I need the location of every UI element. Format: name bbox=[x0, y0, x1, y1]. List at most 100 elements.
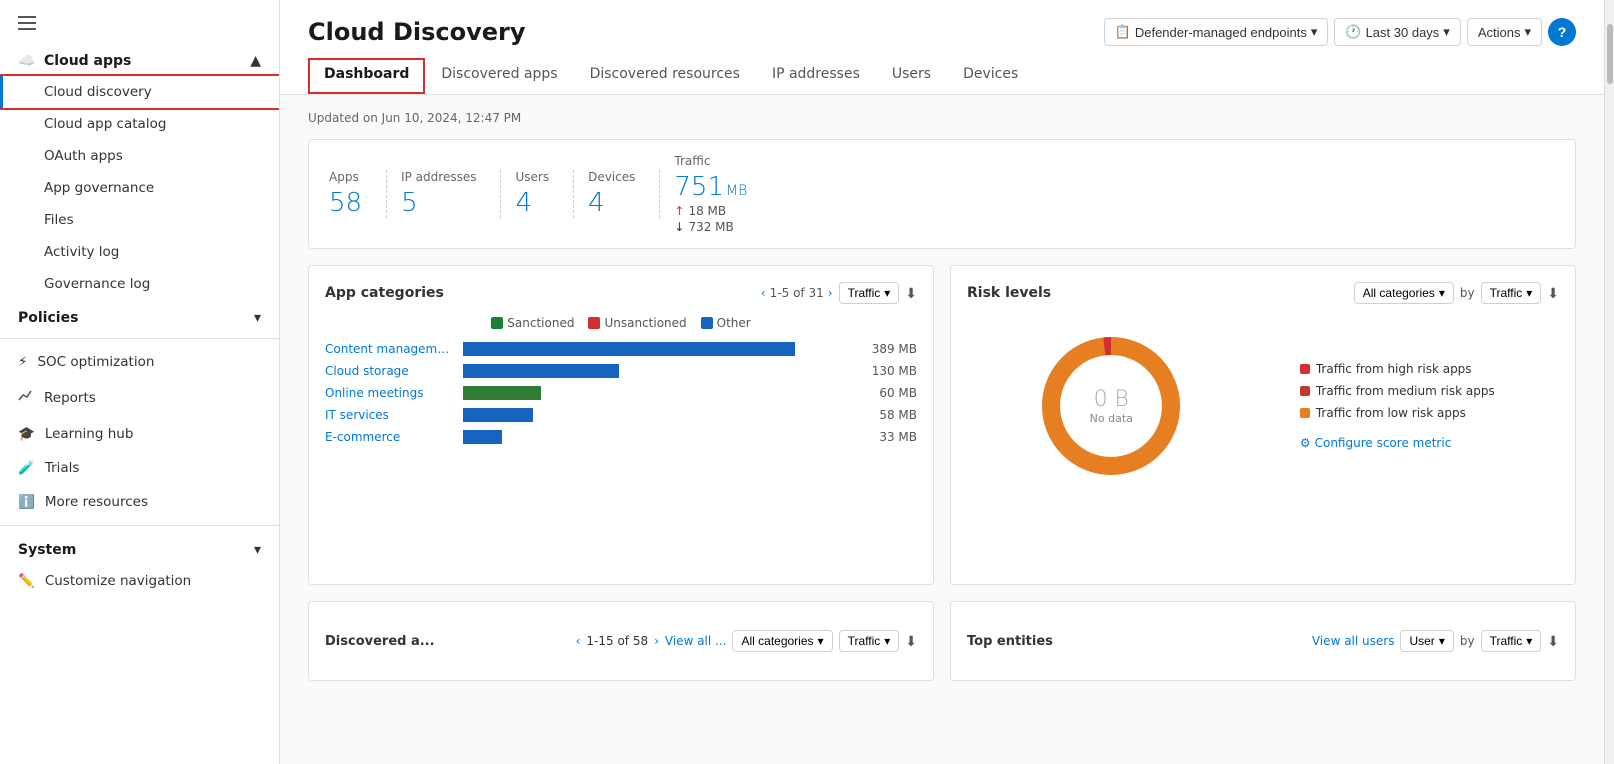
bar-value: 58 MB bbox=[862, 408, 917, 422]
actions-button[interactable]: Actions ▾ bbox=[1467, 18, 1542, 46]
sidebar: ☁️ Cloud apps ▲ Cloud discovery Cloud ap… bbox=[0, 0, 280, 764]
divider-2 bbox=[0, 525, 279, 526]
sanctioned-dot bbox=[491, 317, 503, 329]
next-arrow[interactable]: › bbox=[828, 286, 833, 300]
right-scrollbar[interactable] bbox=[1604, 0, 1614, 764]
stat-traffic: Traffic 751 MB ↑ 18 MB ↓ 732 MB bbox=[674, 154, 771, 234]
bar-label[interactable]: IT services bbox=[325, 408, 455, 422]
stat-ip-addresses: IP addresses 5 bbox=[401, 170, 501, 218]
sidebar-item-learning-hub[interactable]: 🎓 Learning hub bbox=[0, 417, 279, 451]
clock-icon: 🕐 bbox=[1345, 24, 1361, 40]
prev-arrow-da[interactable]: ‹ bbox=[576, 634, 581, 648]
sidebar-item-reports[interactable]: Reports bbox=[0, 379, 279, 417]
sidebar-item-cloud-discovery[interactable]: Cloud discovery bbox=[0, 76, 279, 108]
bar-segment bbox=[463, 364, 619, 378]
view-all-link[interactable]: View all ... bbox=[665, 634, 727, 648]
risk-download-button[interactable]: ⬇ bbox=[1547, 285, 1559, 302]
tab-ip-addresses[interactable]: IP addresses bbox=[756, 58, 876, 94]
trials-icon: 🧪 bbox=[18, 460, 35, 476]
legend-row: Sanctioned Unsanctioned Other bbox=[325, 316, 917, 330]
sidebar-item-customize-navigation[interactable]: ✏️ Customize navigation bbox=[0, 564, 279, 598]
edit-icon: ✏️ bbox=[18, 573, 35, 589]
risk-levels-title: Risk levels bbox=[967, 285, 1051, 301]
page-header: Cloud Discovery 📋 Defender-managed endpo… bbox=[280, 0, 1604, 95]
sidebar-item-cloud-app-catalog[interactable]: Cloud app catalog bbox=[0, 108, 279, 140]
te-download-button[interactable]: ⬇ bbox=[1547, 633, 1559, 650]
bar-segment bbox=[463, 386, 541, 400]
chevron-down-icon: ▾ bbox=[254, 310, 261, 326]
chevron-down-icon-by: ▾ bbox=[1526, 286, 1532, 300]
download-button[interactable]: ⬇ bbox=[905, 285, 917, 302]
policies-section[interactable]: Policies ▾ bbox=[0, 300, 279, 332]
risk-item-high: Traffic from high risk apps bbox=[1300, 362, 1495, 376]
bar-label[interactable]: Cloud storage bbox=[325, 364, 455, 378]
sidebar-item-files[interactable]: Files bbox=[0, 204, 279, 236]
bar-chart: Content management 389 MB Cloud storage … bbox=[325, 342, 917, 444]
traffic-unit: MB bbox=[726, 183, 747, 199]
prev-arrow[interactable]: ‹ bbox=[761, 286, 766, 300]
tab-users[interactable]: Users bbox=[876, 58, 947, 94]
top-entities-card: Top entities View all users User ▾ by Tr… bbox=[950, 601, 1576, 681]
tab-dashboard[interactable]: Dashboard bbox=[308, 58, 425, 94]
bar-value: 60 MB bbox=[862, 386, 917, 400]
sidebar-item-activity-log[interactable]: Activity log bbox=[0, 236, 279, 268]
traffic-filter-button[interactable]: Traffic ▾ bbox=[839, 282, 900, 304]
risk-item-medium: Traffic from medium risk apps bbox=[1300, 384, 1495, 398]
app-categories-controls: ‹ 1-5 of 31 › Traffic ▾ ⬇ bbox=[761, 282, 917, 304]
bar-segment bbox=[463, 342, 795, 356]
sidebar-item-soc-optimization[interactable]: ⚡ SOC optimization bbox=[0, 345, 279, 379]
da-traffic-filter[interactable]: Traffic ▾ bbox=[839, 630, 900, 652]
hamburger-button[interactable] bbox=[0, 0, 279, 42]
top-entities-title: Top entities bbox=[967, 634, 1053, 649]
bar-label[interactable]: E-commerce bbox=[325, 430, 455, 444]
bar-value: 130 MB bbox=[862, 364, 917, 378]
legend-unsanctioned: Unsanctioned bbox=[588, 316, 686, 330]
risk-traffic-filter-button[interactable]: Traffic ▾ bbox=[1481, 282, 1542, 304]
help-button[interactable]: ? bbox=[1548, 18, 1576, 46]
configure-score-link[interactable]: ⚙ Configure score metric bbox=[1300, 436, 1495, 450]
chevron-down-icon-traffic: ▾ bbox=[884, 286, 890, 300]
da-download-button[interactable]: ⬇ bbox=[905, 633, 917, 650]
cloud-icon: ☁️ bbox=[18, 52, 36, 70]
sidebar-item-trials[interactable]: 🧪 Trials bbox=[0, 451, 279, 485]
risk-levels-controls: All categories ▾ by Traffic ▾ ⬇ bbox=[1354, 282, 1559, 304]
bar-label[interactable]: Content management bbox=[325, 342, 455, 356]
te-user-filter[interactable]: User ▾ bbox=[1400, 630, 1453, 652]
tabs-row: Dashboard Discovered apps Discovered res… bbox=[308, 58, 1576, 94]
app-categories-card: App categories ‹ 1-5 of 31 › Traffic ▾ ⬇ bbox=[308, 265, 934, 585]
document-icon: 📋 bbox=[1115, 24, 1131, 40]
da-category-filter[interactable]: All categories ▾ bbox=[732, 630, 832, 652]
endpoints-button[interactable]: 📋 Defender-managed endpoints ▾ bbox=[1104, 18, 1329, 46]
sidebar-item-app-governance[interactable]: App governance bbox=[0, 172, 279, 204]
chevron-down-icon-system: ▾ bbox=[254, 542, 261, 558]
stats-row: Apps 58 IP addresses 5 Users 4 Devices 4… bbox=[308, 139, 1576, 249]
tab-devices[interactable]: Devices bbox=[947, 58, 1034, 94]
sidebar-item-oauth-apps[interactable]: OAuth apps bbox=[0, 140, 279, 172]
stat-devices: Devices 4 bbox=[588, 170, 660, 218]
sidebar-item-more-resources[interactable]: ℹ️ More resources bbox=[0, 485, 279, 519]
risk-legend: Traffic from high risk apps Traffic from… bbox=[1300, 362, 1495, 450]
bar-label[interactable]: Online meetings bbox=[325, 386, 455, 400]
low-risk-dot bbox=[1300, 408, 1310, 418]
te-traffic-filter[interactable]: Traffic ▾ bbox=[1481, 630, 1542, 652]
bar-segment bbox=[463, 430, 502, 444]
sidebar-item-governance-log[interactable]: Governance log bbox=[0, 268, 279, 300]
system-section[interactable]: System ▾ bbox=[0, 532, 279, 564]
next-arrow-da[interactable]: › bbox=[654, 634, 659, 648]
app-categories-title: App categories bbox=[325, 285, 444, 301]
gear-icon: ⚙ bbox=[1300, 436, 1311, 450]
other-dot bbox=[701, 317, 713, 329]
view-all-users-link[interactable]: View all users bbox=[1312, 634, 1395, 648]
stat-apps: Apps 58 bbox=[329, 170, 387, 218]
legend-other: Other bbox=[701, 316, 751, 330]
stat-users: Users 4 bbox=[515, 170, 574, 218]
tab-discovered-apps[interactable]: Discovered apps bbox=[425, 58, 573, 94]
tab-discovered-resources[interactable]: Discovered resources bbox=[574, 58, 756, 94]
risk-item-low: Traffic from low risk apps bbox=[1300, 406, 1495, 420]
chevron-down-icon-te-traffic: ▾ bbox=[1526, 634, 1532, 648]
cloud-apps-section[interactable]: ☁️ Cloud apps ▲ bbox=[0, 42, 279, 76]
learning-icon: 🎓 bbox=[18, 426, 35, 442]
categories-filter-button[interactable]: All categories ▾ bbox=[1354, 282, 1454, 304]
time-filter-button[interactable]: 🕐 Last 30 days ▾ bbox=[1334, 18, 1460, 46]
app-categories-pagination: ‹ 1-5 of 31 › bbox=[761, 286, 833, 300]
